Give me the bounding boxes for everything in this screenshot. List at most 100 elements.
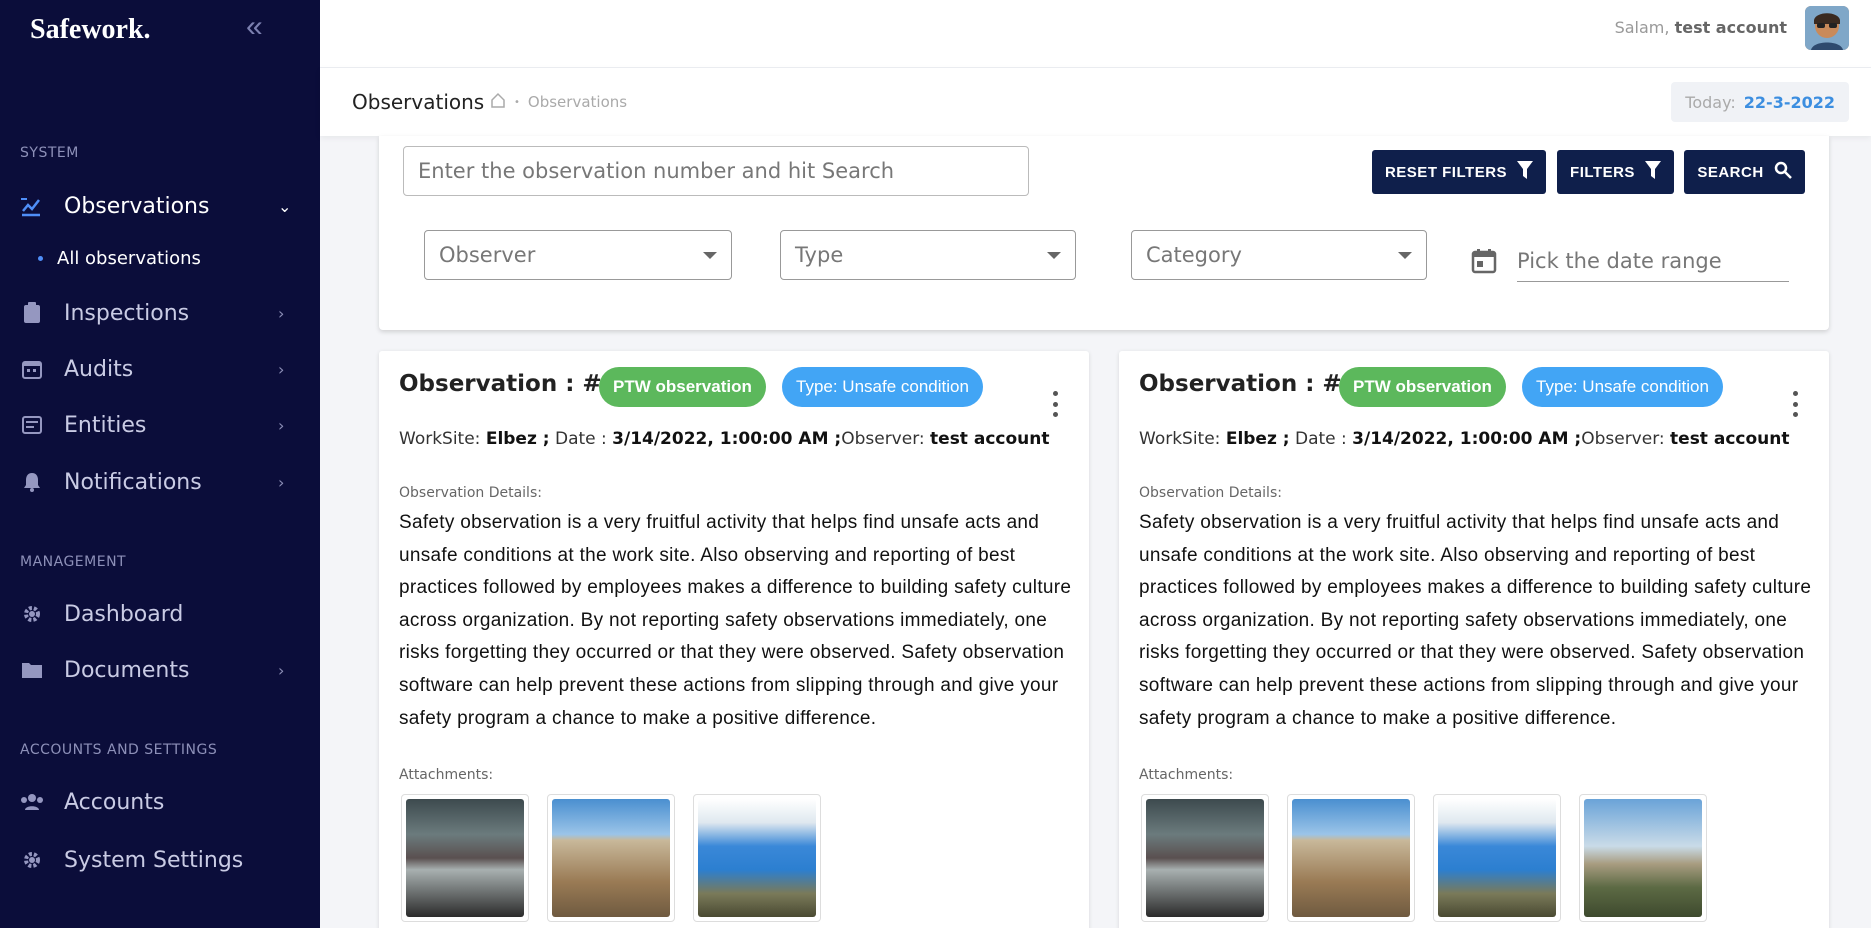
sidebar-item-system-settings[interactable]: System Settings [0, 840, 320, 880]
date-range-input[interactable]: Pick the date range [1517, 240, 1789, 282]
date-label: Date : [1294, 429, 1347, 449]
sidebar-item-audits[interactable]: Audits › [0, 349, 320, 389]
search-button[interactable]: SEARCH [1684, 150, 1805, 194]
sidebar-item-inspections[interactable]: Inspections › [0, 293, 320, 333]
attachment-thumbnail[interactable] [1579, 794, 1707, 922]
sidebar-item-label: Audits [64, 356, 134, 382]
topbar: Salam, test account [320, 0, 1871, 68]
observer-select-value: Observer [439, 243, 536, 267]
sidebar-item-documents[interactable]: Documents › [0, 650, 320, 690]
sidebar-item-notifications[interactable]: Notifications › [0, 462, 320, 502]
avatar[interactable] [1805, 6, 1849, 50]
filter-icon [1517, 161, 1534, 183]
breadcrumb-current[interactable]: Observations [528, 93, 627, 111]
details-label: Observation Details: [1139, 485, 1282, 501]
search-icon [1774, 161, 1792, 183]
observation-type-badge: Type: Unsafe condition [1522, 367, 1723, 407]
sidebar-item-dashboard[interactable]: Dashboard [0, 594, 320, 634]
observation-meta: WorkSite: Elbez ; Date : 3/14/2022, 1:00… [399, 429, 1050, 449]
worksite-label: WorkSite: [1139, 429, 1221, 449]
section-label-system: SYSTEM [20, 145, 79, 161]
filters-button[interactable]: FILTERS [1557, 150, 1674, 194]
folder-icon [20, 658, 44, 682]
observations-icon [20, 194, 44, 218]
type-select[interactable]: Type [780, 230, 1076, 280]
breadcrumb: • Observations [490, 92, 627, 112]
observer-value: test account [930, 429, 1050, 449]
category-select[interactable]: Category [1131, 230, 1427, 280]
chevron-right-icon: › [278, 303, 285, 323]
today-badge: Today: 22-3-2022 [1671, 82, 1849, 122]
chevron-right-icon: › [278, 660, 285, 680]
attachments-label: Attachments: [399, 767, 494, 783]
user-greeting[interactable]: Salam, test account [1615, 18, 1787, 37]
today-date: 22-3-2022 [1743, 92, 1835, 112]
attachments-label: Attachments: [1139, 767, 1234, 783]
sidebar-item-observations[interactable]: Observations ⌄ [0, 186, 320, 226]
attachment-thumbnail[interactable] [693, 794, 821, 922]
search-label: SEARCH [1697, 163, 1764, 181]
more-options-icon[interactable] [1793, 391, 1799, 417]
sidebar-item-label: Dashboard [64, 601, 184, 627]
chevron-right-icon: › [278, 472, 285, 492]
attachment-thumbnail[interactable] [547, 794, 675, 922]
bell-icon [20, 470, 44, 494]
users-icon [20, 790, 44, 814]
observation-card: Observation : #15 PTW observation Type: … [1119, 351, 1829, 928]
observer-label: Observer: [1581, 429, 1665, 449]
today-label: Today: [1685, 92, 1736, 112]
date-label: Date : [554, 429, 607, 449]
date-range-picker[interactable]: Pick the date range [1471, 240, 1789, 282]
more-options-icon[interactable] [1053, 391, 1059, 417]
caret-down-icon [1398, 251, 1412, 259]
sidebar-subitem-all-observations[interactable]: All observations [38, 248, 201, 269]
sidebar-item-label: Notifications [64, 469, 202, 495]
bullet-icon [38, 256, 43, 261]
greeting-text: Salam, [1614, 18, 1670, 37]
details-label: Observation Details: [399, 485, 542, 501]
attachment-thumbnail[interactable] [401, 794, 529, 922]
chevron-down-icon: ⌄ [278, 196, 292, 216]
page-header: Observations • Observations Today: 22-3-… [320, 68, 1871, 136]
sidebar: Safework. « SYSTEM Observations ⌄ All ob… [0, 0, 320, 928]
reset-filters-label: RESET FILTERS [1384, 163, 1508, 181]
sidebar-item-label: Inspections [64, 300, 190, 326]
breadcrumb-separator: • [514, 96, 520, 108]
worksite-value: Elbez ; [485, 429, 550, 449]
calendar-icon [1471, 248, 1497, 274]
clipboard-icon [20, 301, 44, 325]
sidebar-item-accounts[interactable]: Accounts [0, 782, 320, 822]
observer-select[interactable]: Observer [424, 230, 732, 280]
chevron-right-icon: › [278, 359, 285, 379]
observation-details: Safety observation is a very fruitful ac… [1139, 512, 1812, 729]
user-name: test account [1674, 18, 1787, 37]
observation-card: Observation : #16 PTW observation Type: … [379, 351, 1089, 928]
section-label-management: MANAGEMENT [20, 554, 127, 570]
home-icon[interactable] [490, 92, 506, 112]
reset-filters-button[interactable]: RESET FILTERS [1372, 150, 1546, 194]
brand-logo[interactable]: Safework. [30, 14, 151, 46]
filters-label: FILTERS [1570, 163, 1635, 181]
attachment-thumbnail[interactable] [1433, 794, 1561, 922]
entities-icon [20, 413, 44, 437]
worksite-label: WorkSite: [399, 429, 481, 449]
section-label-accounts-settings: ACCOUNTS AND SETTINGS [20, 742, 218, 758]
sidebar-item-label: System Settings [64, 847, 244, 873]
attachment-thumbnail[interactable] [1287, 794, 1415, 922]
observation-meta: WorkSite: Elbez ; Date : 3/14/2022, 1:00… [1139, 429, 1790, 449]
sidebar-item-entities[interactable]: Entities › [0, 405, 320, 445]
page-title: Observations [352, 90, 485, 114]
observation-badge: PTW observation [1339, 367, 1506, 407]
sidebar-item-label: Accounts [64, 789, 165, 815]
worksite-value: Elbez ; [1225, 429, 1290, 449]
sidebar-subitem-label: All observations [57, 248, 201, 269]
date-value: 3/14/2022, 1:00:00 AM ; [612, 429, 842, 449]
sidebar-item-label: Observations [64, 193, 210, 219]
observation-badge: PTW observation [599, 367, 766, 407]
category-select-value: Category [1146, 243, 1242, 267]
collapse-sidebar-icon[interactable]: « [246, 12, 263, 42]
attachment-thumbnail[interactable] [1141, 794, 1269, 922]
observation-search-input[interactable]: Enter the observation number and hit Sea… [403, 146, 1029, 196]
caret-down-icon [1047, 251, 1061, 259]
calendar-icon [20, 357, 44, 381]
